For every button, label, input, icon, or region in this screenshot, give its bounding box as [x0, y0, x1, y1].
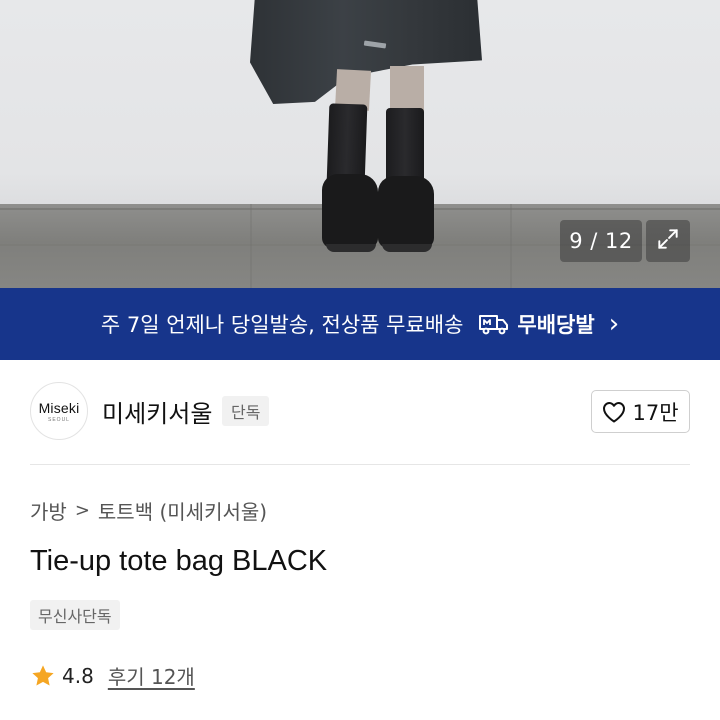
star-icon: [30, 663, 56, 689]
breadcrumb-separator: >: [74, 500, 90, 521]
product-image[interactable]: 9 / 12: [0, 0, 720, 288]
service-label: 무배당발: [517, 313, 595, 337]
banner-text: 주 7일 언제나 당일발송, 전상품 무료배송: [100, 313, 464, 337]
exclusive-tag: 무신사단독: [30, 600, 120, 630]
like-count: 17만: [632, 400, 679, 425]
same-day-badge: 무배당발: [477, 309, 595, 339]
product-title: Tie-up tote bag BLACK: [30, 545, 328, 577]
review-count-link[interactable]: 후기 12개: [108, 661, 195, 690]
brand-row: Miseki SEOUL 미세키서울 단독 17만: [0, 360, 720, 464]
breadcrumb-subcategory[interactable]: 토트백 (미세키서울): [98, 496, 267, 525]
rating-score: 4.8: [62, 663, 94, 688]
store-name[interactable]: 미세키서울: [102, 394, 212, 429]
store-logo[interactable]: Miseki SEOUL: [30, 382, 88, 440]
m-truck-icon: [477, 312, 511, 336]
expand-icon: [655, 226, 681, 256]
left-sock: [326, 103, 368, 185]
image-counter: 9 / 12: [560, 220, 642, 262]
expand-button[interactable]: [646, 220, 690, 262]
chevron-right-icon: ›: [608, 309, 620, 339]
breadcrumb-category[interactable]: 가방: [30, 496, 67, 525]
exclusive-badge: 단독: [222, 396, 270, 426]
heart-icon: [602, 401, 626, 423]
right-shoe: [378, 176, 434, 248]
right-leg: [390, 66, 424, 112]
left-shoe: [322, 174, 378, 248]
breadcrumb: 가방 > 토트백 (미세키서울): [30, 496, 267, 525]
like-button[interactable]: 17만: [591, 390, 690, 433]
delivery-promo-banner[interactable]: 주 7일 언제나 당일발송, 전상품 무료배송 무배당발 ›: [0, 288, 720, 360]
divider: [30, 464, 690, 465]
rating-row: 4.8 후기 12개: [30, 661, 195, 690]
right-sock: [386, 108, 424, 186]
